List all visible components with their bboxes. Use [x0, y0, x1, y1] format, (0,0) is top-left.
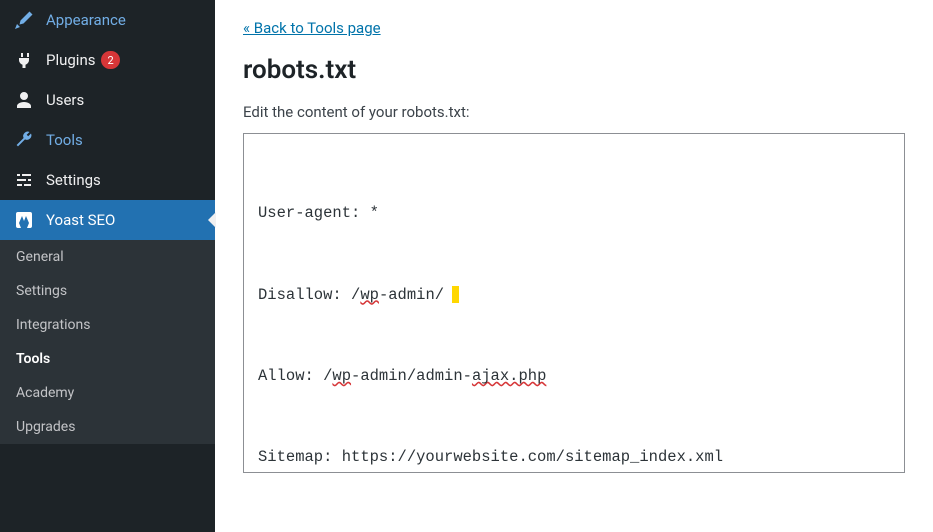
- submenu-item-integrations[interactable]: Integrations: [0, 308, 215, 342]
- plug-icon: [14, 50, 34, 70]
- back-to-tools-link[interactable]: « Back to Tools page: [243, 19, 381, 37]
- submenu-item-academy[interactable]: Academy: [0, 376, 215, 410]
- editor-description: Edit the content of your robots.txt:: [243, 103, 905, 121]
- submenu-item-upgrades[interactable]: Upgrades: [0, 410, 215, 444]
- sidebar-item-plugins[interactable]: Plugins 2: [0, 40, 215, 80]
- sidebar-item-users[interactable]: Users: [0, 80, 215, 120]
- sidebar-item-appearance[interactable]: Appearance: [0, 0, 215, 40]
- sidebar-item-label: Appearance: [46, 11, 126, 29]
- submenu-item-tools[interactable]: Tools: [0, 342, 215, 376]
- robots-txt-editor[interactable]: User-agent: * Disallow: /wp-admin/ Allow…: [243, 133, 905, 473]
- sidebar-item-settings[interactable]: Settings: [0, 160, 215, 200]
- sidebar-item-label: Settings: [46, 171, 101, 189]
- wrench-icon: [14, 130, 34, 150]
- sidebar-item-label: Tools: [46, 131, 83, 149]
- sidebar-item-tools[interactable]: Tools: [0, 120, 215, 160]
- sidebar-item-label: Users: [46, 91, 84, 109]
- submenu-item-general[interactable]: General: [0, 240, 215, 274]
- admin-sidebar: Appearance Plugins 2 Users Tools Setting…: [0, 0, 215, 532]
- user-icon: [14, 90, 34, 110]
- update-badge: 2: [101, 51, 119, 69]
- page-title: robots.txt: [243, 55, 905, 85]
- yoast-icon: [14, 210, 34, 230]
- yoast-submenu: General Settings Integrations Tools Acad…: [0, 240, 215, 444]
- sidebar-item-yoast-seo[interactable]: Yoast SEO: [0, 200, 215, 240]
- text-cursor: [452, 286, 459, 303]
- paintbrush-icon: [14, 10, 34, 30]
- main-content: « Back to Tools page robots.txt Edit the…: [215, 0, 933, 532]
- sidebar-item-label: Yoast SEO: [46, 211, 115, 229]
- sidebar-item-label: Plugins: [46, 51, 95, 69]
- sliders-icon: [14, 170, 34, 190]
- submenu-item-settings[interactable]: Settings: [0, 274, 215, 308]
